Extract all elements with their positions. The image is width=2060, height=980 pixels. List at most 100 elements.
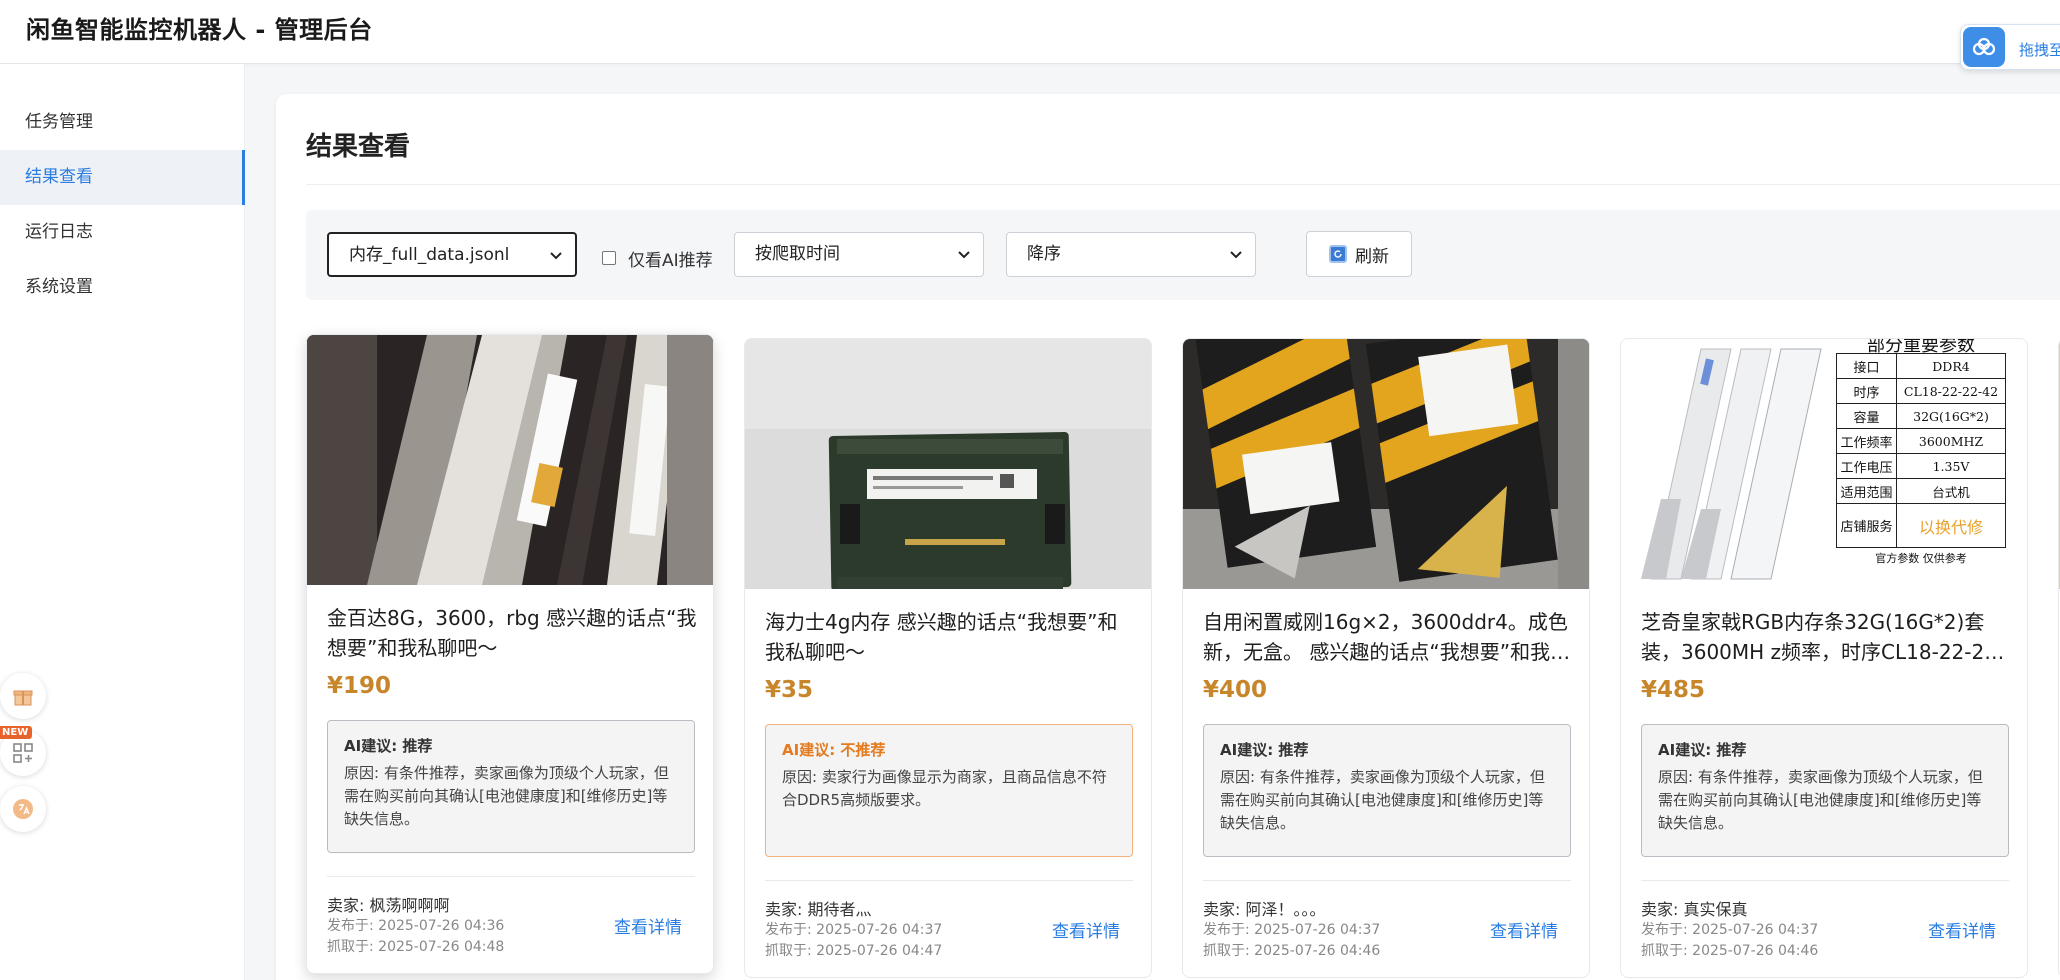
file-select[interactable]: 内存_full_data.jsonl bbox=[327, 232, 577, 277]
seller-name: 卖家: 枫荡啊啊啊 bbox=[327, 896, 450, 915]
title-divider bbox=[306, 184, 2060, 185]
card-divider bbox=[1641, 880, 2009, 881]
card-title[interactable]: 自用闲置威刚16g×2，3600ddr4。成色新，无盒。 感兴趣的话点“我想要”… bbox=[1203, 607, 1573, 667]
chevron-down-icon bbox=[550, 252, 562, 260]
refresh-label: 刷新 bbox=[1355, 246, 1389, 267]
spec-value: 台式机 bbox=[1896, 478, 2006, 504]
card-divider bbox=[765, 880, 1133, 881]
seller-name: 卖家: 阿泽！。。。 bbox=[1203, 900, 1326, 919]
product-image[interactable]: 部分重要参数 接口 DDR4 时序 CL18-22-22-42 容量 32G(16G*2)… bbox=[1621, 339, 2027, 589]
cloud-drop-button[interactable]: 拖拽至 bbox=[1960, 24, 2060, 70]
spec-row: 容量 32G(16G*2) bbox=[1836, 403, 2006, 429]
spec-key: 工作电压 bbox=[1836, 453, 1897, 479]
view-details-link[interactable]: 查看详情 bbox=[1052, 917, 1120, 942]
view-details-link[interactable]: 查看详情 bbox=[614, 913, 682, 938]
ai-only-label: 仅看AI推荐 bbox=[628, 250, 713, 271]
sidebar-item-tasks[interactable]: 任务管理 bbox=[0, 95, 245, 150]
ai-only-toggle[interactable]: 仅看AI推荐 bbox=[602, 246, 713, 271]
result-card: 自用闲置威刚16g×2，3600ddr4。成色新，无盒。 感兴趣的话点“我想要”… bbox=[1182, 338, 1590, 978]
spec-table-grid: 接口 DDR4 时序 CL18-22-22-42 容量 32G(16G*2) 工作频率 360… bbox=[1836, 353, 2006, 548]
card-price: ¥190 bbox=[327, 673, 392, 699]
card-title[interactable]: 海力士4g内存 感兴趣的话点“我想要”和我私聊吧～ bbox=[765, 607, 1135, 667]
spec-value: 1.35V bbox=[1896, 453, 2006, 479]
product-image[interactable] bbox=[745, 339, 1151, 589]
main-panel: 结果查看 内存_full_data.jsonl 仅看AI推荐 按爬取时间 降序 … bbox=[276, 94, 2060, 980]
card-divider bbox=[327, 876, 695, 877]
ai-reason: 原因: 卖家行为画像显示为商家，且商品信息不符合DDR5高频版要求。 bbox=[782, 768, 1107, 809]
ai-suggestion-box: AI建议: 推荐 原因: 有条件推荐，卖家画像为顶级个人玩家，但需在购买前向其确… bbox=[1641, 724, 2009, 857]
spec-table: 部分重要参数 接口 DDR4 时序 CL18-22-22-42 容量 32G(16G*2)… bbox=[1836, 339, 2006, 589]
cloud-drop-label: 拖拽至 bbox=[2019, 41, 2060, 59]
ai-suggestion-label: AI建议: 推荐 bbox=[1658, 741, 1747, 759]
ai-reason: 原因: 有条件推荐，卖家画像为顶级个人玩家，但需在购买前向其确认[电池健康度]和… bbox=[1658, 768, 1983, 832]
chevron-down-icon bbox=[1230, 251, 1242, 259]
ai-suggestion-box: AI建议: 推荐 原因: 有条件推荐，卖家画像为顶级个人玩家，但需在购买前向其确… bbox=[327, 720, 695, 853]
translate-icon[interactable] bbox=[0, 786, 46, 832]
ai-reason: 原因: 有条件推荐，卖家画像为顶级个人玩家，但需在购买前向其确认[电池健康度]和… bbox=[344, 764, 669, 828]
spec-row: 接口 DDR4 bbox=[1836, 353, 2006, 379]
card-price: ¥400 bbox=[1203, 677, 1268, 703]
spec-key: 店铺服务 bbox=[1836, 503, 1897, 548]
gift-icon[interactable] bbox=[0, 673, 46, 719]
seller-name: 卖家: 真实保真 bbox=[1641, 900, 1748, 919]
sort-order-value: 降序 bbox=[1027, 244, 1061, 264]
crawl-time: 抓取于: 2025-07-26 04:46 bbox=[1641, 943, 1819, 959]
spec-key: 适用范围 bbox=[1836, 478, 1897, 504]
view-details-link[interactable]: 查看详情 bbox=[1490, 917, 1558, 942]
app-title: 闲鱼智能监控机器人 - 管理后台 bbox=[26, 16, 373, 44]
refresh-icon bbox=[1329, 245, 1347, 263]
spec-key: 容量 bbox=[1836, 403, 1897, 429]
sort-field-select[interactable]: 按爬取时间 bbox=[734, 232, 984, 277]
ai-suggestion-box: AI建议: 不推荐 原因: 卖家行为画像显示为商家，且商品信息不符合DDR5高频… bbox=[765, 724, 1133, 857]
publish-time: 发布于: 2025-07-26 04:36 bbox=[327, 918, 505, 934]
crawl-time: 抓取于: 2025-07-26 04:48 bbox=[327, 939, 505, 955]
publish-time: 发布于: 2025-07-26 04:37 bbox=[765, 922, 943, 938]
ai-reason: 原因: 有条件推荐，卖家画像为顶级个人玩家，但需在购买前向其确认[电池健康度]和… bbox=[1220, 768, 1545, 832]
spec-key: 接口 bbox=[1836, 353, 1897, 379]
spec-key: 时序 bbox=[1836, 378, 1897, 404]
spec-row: 工作电压 1.35V bbox=[1836, 453, 2006, 479]
spec-row: 适用范围 台式机 bbox=[1836, 478, 2006, 504]
sidebar-item-logs[interactable]: 运行日志 bbox=[0, 205, 245, 260]
sort-field-value: 按爬取时间 bbox=[755, 244, 840, 264]
result-card: 部分重要参数 接口 DDR4 时序 CL18-22-22-42 容量 32G(16G*2)… bbox=[1620, 338, 2028, 978]
page-title: 结果查看 bbox=[306, 132, 411, 162]
crawl-time: 抓取于: 2025-07-26 04:46 bbox=[1203, 943, 1381, 959]
ai-only-checkbox[interactable] bbox=[602, 251, 616, 265]
ai-suggestion-label: AI建议: 不推荐 bbox=[782, 741, 886, 759]
seller-name: 卖家: 期待者灬 bbox=[765, 900, 872, 919]
product-image[interactable] bbox=[1183, 339, 1589, 589]
sort-order-select[interactable]: 降序 bbox=[1006, 232, 1256, 277]
spec-row: 工作频率 3600MHZ bbox=[1836, 428, 2006, 454]
result-card: 金百达8G，3600，rbg 感兴趣的话点“我想要”和我私聊吧～ ¥190 AI… bbox=[306, 334, 714, 974]
ai-suggestion-label: AI建议: 推荐 bbox=[1220, 741, 1309, 759]
view-details-link[interactable]: 查看详情 bbox=[1928, 917, 1996, 942]
spec-value: 3600MHZ bbox=[1896, 428, 2006, 454]
spec-table-heading: 部分重要参数 bbox=[1867, 339, 1975, 353]
ai-suggestion-box: AI建议: 推荐 原因: 有条件推荐，卖家画像为顶级个人玩家，但需在购买前向其确… bbox=[1203, 724, 1571, 857]
spec-table-footer: 官方参数 仅供参考 bbox=[1875, 552, 1967, 565]
filter-bar: 内存_full_data.jsonl 仅看AI推荐 按爬取时间 降序 刷新 bbox=[306, 210, 2060, 300]
spec-value: 以换代修 bbox=[1896, 503, 2006, 548]
card-title[interactable]: 芝奇皇家戟RGB内存条32G(16G*2)套装，3600MH z频率，时序CL1… bbox=[1641, 607, 2011, 667]
card-title[interactable]: 金百达8G，3600，rbg 感兴趣的话点“我想要”和我私聊吧～ bbox=[327, 603, 697, 663]
new-badge: NEW bbox=[0, 726, 33, 739]
result-card: 海力士4g内存 感兴趣的话点“我想要”和我私聊吧～ ¥35 AI建议: 不推荐 … bbox=[744, 338, 1152, 978]
product-image[interactable] bbox=[307, 335, 713, 585]
card-price: ¥485 bbox=[1641, 677, 1706, 703]
chevron-down-icon bbox=[958, 251, 970, 259]
card-price: ¥35 bbox=[765, 677, 814, 703]
sidebar-item-results[interactable]: 结果查看 bbox=[0, 150, 245, 205]
sidebar-item-settings[interactable]: 系统设置 bbox=[0, 260, 245, 315]
cloud-icon bbox=[1963, 27, 2005, 67]
top-header: 闲鱼智能监控机器人 - 管理后台 bbox=[0, 0, 2060, 64]
spec-value: 32G(16G*2) bbox=[1896, 403, 2006, 429]
spec-value: DDR4 bbox=[1896, 353, 2006, 379]
file-select-value: 内存_full_data.jsonl bbox=[349, 245, 510, 265]
spec-row: 店铺服务 以换代修 bbox=[1836, 503, 2006, 548]
card-divider bbox=[1203, 880, 1571, 881]
refresh-button[interactable]: 刷新 bbox=[1306, 231, 1412, 277]
crawl-time: 抓取于: 2025-07-26 04:47 bbox=[765, 943, 943, 959]
ai-suggestion-label: AI建议: 推荐 bbox=[344, 737, 433, 755]
sidebar: 任务管理 结果查看 运行日志 系统设置 bbox=[0, 64, 245, 980]
